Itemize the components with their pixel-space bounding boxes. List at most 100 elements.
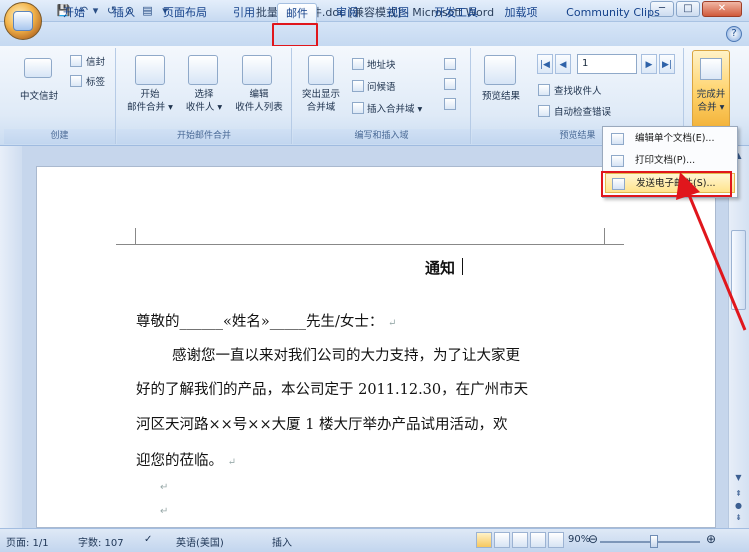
match-fields-icon[interactable] (444, 78, 456, 90)
body-line-1: 感谢您一直以来对我们公司的大力支持，为了让大家更 (172, 348, 520, 364)
word-count[interactable]: 字数: 107 (78, 534, 124, 549)
header-boundary (135, 244, 605, 245)
group-label-write-insert: 编写和插入域 (293, 129, 470, 144)
zoom-out-icon[interactable]: ⊖ (588, 532, 598, 546)
outline-view-icon[interactable] (530, 532, 546, 548)
send-email-highlight (601, 171, 732, 197)
labels-button[interactable]: 标签 (86, 74, 105, 88)
print-icon (611, 155, 624, 167)
envelope-button[interactable]: 信封 (86, 54, 105, 68)
edit-recipients-label-1: 编辑 (249, 89, 269, 100)
browse-object-icon[interactable]: ● (731, 500, 746, 512)
tab-page-layout[interactable]: 页面布局 (155, 3, 215, 23)
start-merge-button[interactable]: 开始 邮件合并 ▾ (122, 88, 178, 114)
finish-merge-label-1: 完成并 (696, 89, 726, 100)
select-recipients-button[interactable]: 选择 收件人 ▾ (176, 88, 232, 114)
body-line-4-text: 迎您的莅临。 (136, 453, 223, 469)
draft-view-icon[interactable] (548, 532, 564, 548)
record-number-input[interactable]: 1 (577, 54, 637, 74)
next-record-icon[interactable]: ▶ (641, 54, 657, 74)
close-button[interactable]: ✕ (702, 1, 742, 17)
tab-mailings-highlight (272, 23, 318, 47)
next-page-icon[interactable]: ⇟ (731, 512, 746, 524)
preview-results-icon (484, 55, 516, 85)
menu-item-print[interactable]: 打印文档(P)... (605, 151, 735, 171)
find-recipient-icon (538, 84, 550, 96)
finish-merge-label-2: 合并 ▾ (697, 102, 725, 113)
auto-check-errors-icon (538, 105, 550, 117)
text-cursor (462, 258, 463, 275)
proofing-icon[interactable]: ✓ (144, 534, 152, 545)
previous-page-icon[interactable]: ⇞ (731, 488, 746, 500)
select-recipients-label-2: 收件人 ▾ (185, 102, 223, 113)
insert-merge-field-button[interactable]: 插入合并域 ▾ (367, 101, 422, 115)
greeting-line-icon (352, 80, 364, 92)
menu-item-edit-individual[interactable]: 编辑单个文档(E)... (605, 129, 735, 149)
vertical-scrollbar[interactable] (728, 146, 749, 528)
tab-add-ins[interactable]: 加载项 (496, 3, 546, 23)
start-merge-icon (135, 55, 165, 85)
start-merge-label-1: 开始 (140, 89, 160, 100)
insert-merge-field-icon (352, 102, 364, 114)
edit-documents-icon (611, 133, 624, 145)
crop-mark-right (604, 228, 605, 244)
office-logo-icon (13, 11, 33, 31)
salutation-text: 尊敬的______«姓名»_____先生/女士： (136, 314, 384, 330)
menu-item-label: 编辑单个文档(E)... (635, 133, 715, 144)
edit-recipients-icon (242, 55, 272, 85)
tab-developer[interactable]: 开发工具 (426, 3, 486, 23)
rules-icon[interactable] (444, 58, 456, 70)
crop-mark-left (135, 228, 136, 244)
zoom-level[interactable]: 90% (568, 534, 590, 545)
vertical-ruler (0, 146, 22, 528)
help-icon[interactable]: ? (726, 26, 742, 42)
first-record-icon[interactable]: |◀ (537, 54, 553, 74)
chinese-envelope-button[interactable]: 中文信封 (14, 90, 64, 103)
auto-check-errors-button[interactable]: 自动检查错误 (554, 104, 611, 118)
edit-recipient-list-button[interactable]: 编辑 收件人列表 (230, 88, 288, 114)
finish-merge-label: 完成并 合并 ▾ (690, 88, 732, 114)
salutation-line: 尊敬的______«姓名»_____先生/女士： ↵ (136, 310, 396, 331)
tab-home[interactable]: 开始 (54, 3, 94, 23)
maximize-button[interactable]: □ (676, 1, 700, 17)
edit-recipients-label-2: 收件人列表 (235, 102, 283, 113)
greeting-line-button[interactable]: 问候语 (367, 79, 396, 93)
body-line-2: 好的了解我们的产品，本公司定于 2011.12.30，在广州市天 (136, 382, 529, 398)
paragraph-mark: ↵ (227, 457, 236, 468)
highlight-merge-fields-button[interactable]: 突出显示 合并域 (296, 88, 346, 114)
language-status[interactable]: 英语(美国) (176, 534, 224, 549)
tab-insert[interactable]: 插入 (104, 3, 144, 23)
last-record-icon[interactable]: ▶| (659, 54, 675, 74)
ribbon-tab-bar (0, 22, 749, 46)
update-labels-icon[interactable] (444, 98, 456, 110)
page-count[interactable]: 页面: 1/1 (6, 534, 49, 549)
previous-record-icon[interactable]: ◀ (555, 54, 571, 74)
web-layout-view-icon[interactable] (512, 532, 528, 548)
tab-community-clips[interactable]: Community Clips (558, 3, 668, 23)
find-recipient-button[interactable]: 查找收件人 (554, 83, 602, 97)
address-block-button[interactable]: 地址块 (367, 57, 396, 71)
body-line-4: 迎您的莅临。 ↵ (136, 449, 236, 470)
tab-mailings[interactable]: 邮件 (277, 3, 317, 23)
chinese-envelope-icon (24, 58, 52, 78)
address-block-icon (352, 58, 364, 70)
tab-references[interactable]: 引用 (224, 3, 264, 23)
tab-review[interactable]: 审阅 (327, 3, 367, 23)
zoom-slider-thumb[interactable] (650, 535, 658, 548)
paragraph-mark: ↵ (160, 506, 169, 517)
start-merge-label-2: 邮件合并 ▾ (127, 102, 173, 113)
insert-mode[interactable]: 插入 (272, 534, 292, 549)
zoom-in-icon[interactable]: ⊕ (706, 532, 716, 546)
select-recipients-label-1: 选择 (194, 89, 214, 100)
print-layout-view-icon[interactable] (476, 532, 492, 548)
labels-icon (70, 75, 82, 87)
full-screen-view-icon[interactable] (494, 532, 510, 548)
menu-item-label: 打印文档(P)... (635, 155, 696, 166)
scroll-thumb[interactable] (731, 230, 746, 310)
preview-results-button[interactable]: 预览结果 (474, 90, 528, 103)
office-button[interactable] (4, 2, 42, 40)
scroll-down-icon[interactable]: ▼ (731, 472, 746, 484)
body-line-3: 河区天河路××号××大厦 1 楼大厅举办产品试用活动，欢 (136, 417, 508, 433)
select-recipients-icon (188, 55, 218, 85)
tab-view[interactable]: 视图 (378, 3, 418, 23)
